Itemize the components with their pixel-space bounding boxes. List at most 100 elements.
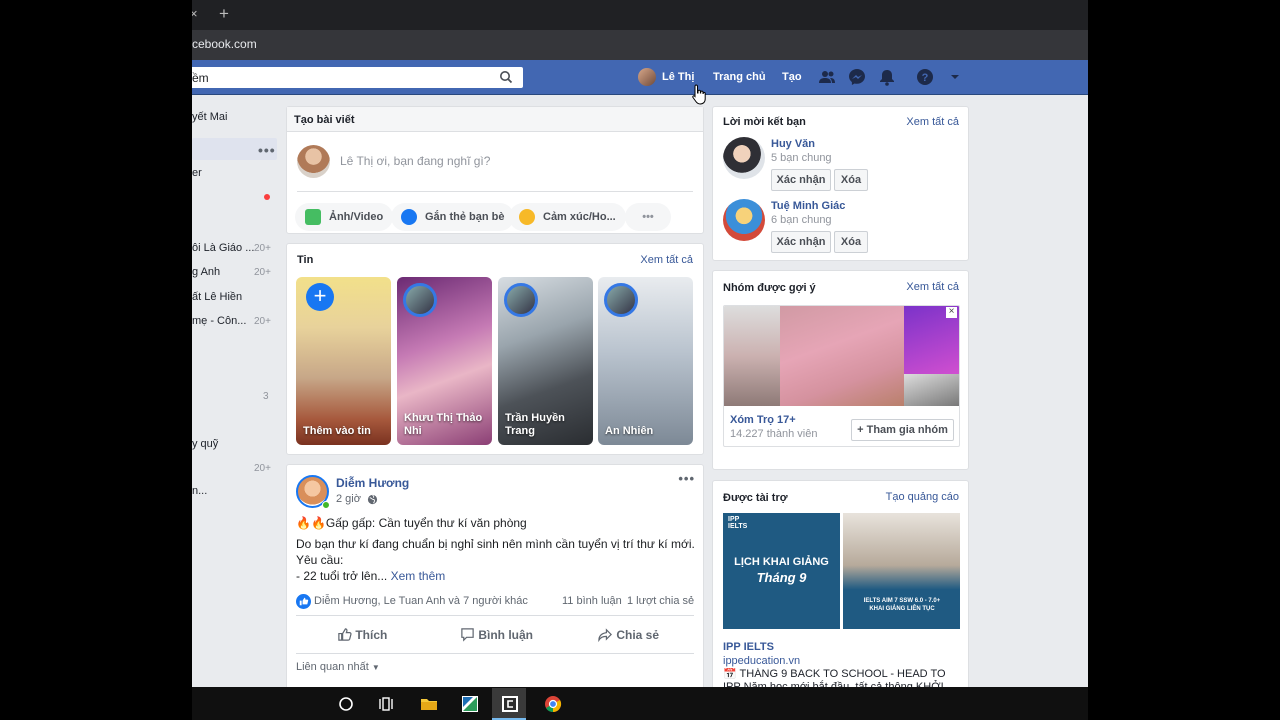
left-nav-item[interactable]: yết Mai <box>192 111 227 123</box>
search-circle-icon[interactable] <box>337 695 355 713</box>
group-name[interactable]: Xóm Trọ 17+ <box>730 414 796 426</box>
os-taskbar <box>192 687 1088 720</box>
comment-button[interactable]: Bình luận <box>460 627 533 642</box>
ad-image-2[interactable]: IELTS AIM 7 SSW 6.0 - 7.0+ KHAI GIẢNG LI… <box>843 513 960 629</box>
left-nav-item[interactable]: g Anh <box>192 266 220 278</box>
left-nav-count: 20+ <box>254 316 271 327</box>
file-explorer-icon[interactable] <box>420 695 438 713</box>
tag-friends-label: Gắn thẻ bạn bè <box>425 211 505 223</box>
ad-image-1[interactable]: IPP IELTS LỊCH KHAI GIẢNG Tháng 9 <box>723 513 840 629</box>
friend-requests-see-all-link[interactable]: Xem tất cả <box>906 116 959 128</box>
friend-request-mutual: 6 bạn chung <box>771 214 832 226</box>
left-nav-item[interactable]: ôi Là Giáo ... <box>192 242 254 254</box>
search-input[interactable] <box>192 67 482 88</box>
friends-icon[interactable] <box>818 68 836 86</box>
post-options-icon[interactable]: ••• <box>678 471 695 486</box>
story-name: An Nhiên <box>605 425 654 437</box>
ad-headline: LỊCH KHAI GIẢNG <box>734 556 829 568</box>
post-time[interactable]: 2 giờ <box>336 493 361 505</box>
ad-logo-text: IPP IELTS <box>728 516 748 530</box>
confirm-friend-button[interactable]: Xác nhận <box>771 231 831 253</box>
advertiser-url[interactable]: ippeducation.vn <box>723 655 800 667</box>
chrome-icon[interactable] <box>544 695 562 713</box>
notifications-bell-icon[interactable] <box>878 68 896 86</box>
post-text-line: Do bạn thư kí đang chuẩn bị nghỉ sinh nê… <box>296 537 695 551</box>
share-arrow-icon <box>598 628 612 643</box>
camtasia-icon[interactable] <box>501 695 519 713</box>
friend-request-name[interactable]: Tuệ Minh Giác <box>771 200 845 212</box>
friend-request-avatar[interactable] <box>723 137 765 179</box>
comment-sort-dropdown[interactable]: Liên quan nhất ▼ <box>296 661 380 673</box>
story-avatar <box>504 283 538 317</box>
like-button[interactable]: Thích <box>337 627 387 642</box>
dismiss-group-icon[interactable]: × <box>946 307 957 318</box>
feed-post-card: Diễm Hương 2 giờ ••• 🔥🔥Gấp gấp: Cần tuyể… <box>286 464 704 694</box>
task-view-icon[interactable] <box>377 695 395 713</box>
search-box[interactable] <box>192 67 523 88</box>
advertiser-name[interactable]: IPP IELTS <box>723 641 774 653</box>
left-nav-more-icon[interactable]: ••• <box>258 142 276 158</box>
help-icon[interactable]: ? <box>916 68 934 86</box>
left-nav-item[interactable]: ất Lê Hiền <box>192 291 242 303</box>
confirm-friend-button[interactable]: Xác nhận <box>771 169 831 191</box>
search-icon[interactable] <box>499 70 513 84</box>
post-author-name[interactable]: Diễm Hương <box>336 476 409 490</box>
post-share-count[interactable]: 1 lượt chia sẻ <box>627 595 694 607</box>
close-tab-icon[interactable]: × <box>192 6 198 21</box>
right-letterbox <box>1088 0 1280 720</box>
home-link[interactable]: Trang chủ <box>713 71 766 83</box>
create-link[interactable]: Tạo <box>782 71 802 83</box>
join-group-button[interactable]: + Tham gia nhóm <box>851 419 954 441</box>
left-nav-item[interactable]: er <box>192 167 202 179</box>
story-item[interactable]: An Nhiên <box>598 277 693 445</box>
add-story-icon[interactable]: + <box>306 283 334 311</box>
post-reactions-summary[interactable]: Diễm Hương, Le Tuan Anh và 7 người khác <box>314 595 528 607</box>
photo-video-button[interactable]: Ảnh/Video <box>295 203 394 231</box>
tag-friends-button[interactable]: Gắn thẻ bạn bè <box>391 203 515 231</box>
comment-bubble-icon <box>461 628 474 642</box>
composer-placeholder[interactable]: Lê Thị ơi, bạn đang nghĩ gì? <box>340 154 490 168</box>
stories-see-all-link[interactable]: Xem tất cả <box>640 254 693 266</box>
app-map-icon[interactable] <box>461 695 479 713</box>
browser-window: × + cebook.com Lê Thị Trang chủ Tạo ? ••… <box>192 0 1088 720</box>
friend-requests-card: Lời mời kết bạn Xem tất cả Huy Văn 5 bạn… <box>712 106 969 261</box>
left-nav-count: 3 <box>263 391 269 402</box>
friend-request-avatar[interactable] <box>723 199 765 241</box>
story-item[interactable]: Trần Huyền Trang <box>498 277 593 445</box>
post-comment-count[interactable]: 11 bình luận <box>562 595 622 607</box>
create-ad-link[interactable]: Tạo quảng cáo <box>886 491 959 503</box>
sponsored-title: Được tài trợ <box>723 492 788 504</box>
composer-more-button[interactable]: ••• <box>625 203 671 231</box>
story-add[interactable]: + Thêm vào tin <box>296 277 391 445</box>
post-text-line: 🔥🔥Gấp gấp: Cần tuyển thư kí văn phòng <box>296 516 527 530</box>
svg-text:?: ? <box>922 72 929 84</box>
online-status-dot <box>322 501 330 509</box>
suggested-group-item[interactable]: × Xóm Trọ 17+ 14.227 thành viên + Tham g… <box>723 305 960 447</box>
left-nav-item[interactable]: n... <box>192 485 207 497</box>
globe-privacy-icon <box>367 494 378 505</box>
new-tab-icon[interactable]: + <box>219 4 229 24</box>
left-nav-item[interactable]: mẹ - Côn... <box>192 315 246 327</box>
profile-link[interactable]: Lê Thị <box>662 71 694 83</box>
messenger-icon[interactable] <box>848 68 866 86</box>
delete-friend-request-button[interactable]: Xóa <box>834 169 868 191</box>
address-bar[interactable]: cebook.com <box>192 30 1088 60</box>
friend-request-mutual: 5 bạn chung <box>771 152 832 164</box>
share-label: Chia sẻ <box>616 628 660 642</box>
story-item[interactable]: Khưu Thị Thảo Nhi <box>397 277 492 445</box>
friend-request-name[interactable]: Huy Văn <box>771 138 815 150</box>
mouse-cursor-icon <box>692 84 706 105</box>
create-post-title: Tạo bài viết <box>294 114 355 126</box>
header-avatar[interactable] <box>638 68 656 86</box>
suggested-groups-see-all-link[interactable]: Xem tất cả <box>906 281 959 293</box>
ad-subheadline: Tháng 9 <box>756 570 807 585</box>
share-button[interactable]: Chia sẻ <box>598 627 660 643</box>
group-cover-image <box>724 306 780 406</box>
post-see-more-link[interactable]: Xem thêm <box>391 569 446 583</box>
account-menu-chevron-down-icon[interactable] <box>946 68 964 86</box>
delete-friend-request-button[interactable]: Xóa <box>834 231 868 253</box>
ad-image-text: IELTS AIM 7 SSW 6.0 - 7.0+ KHAI GIẢNG LI… <box>863 598 941 612</box>
feeling-activity-button[interactable]: Cảm xúc/Ho... <box>509 203 626 231</box>
url-text[interactable]: cebook.com <box>192 37 257 51</box>
left-nav-item[interactable]: y quỹ <box>192 438 218 450</box>
